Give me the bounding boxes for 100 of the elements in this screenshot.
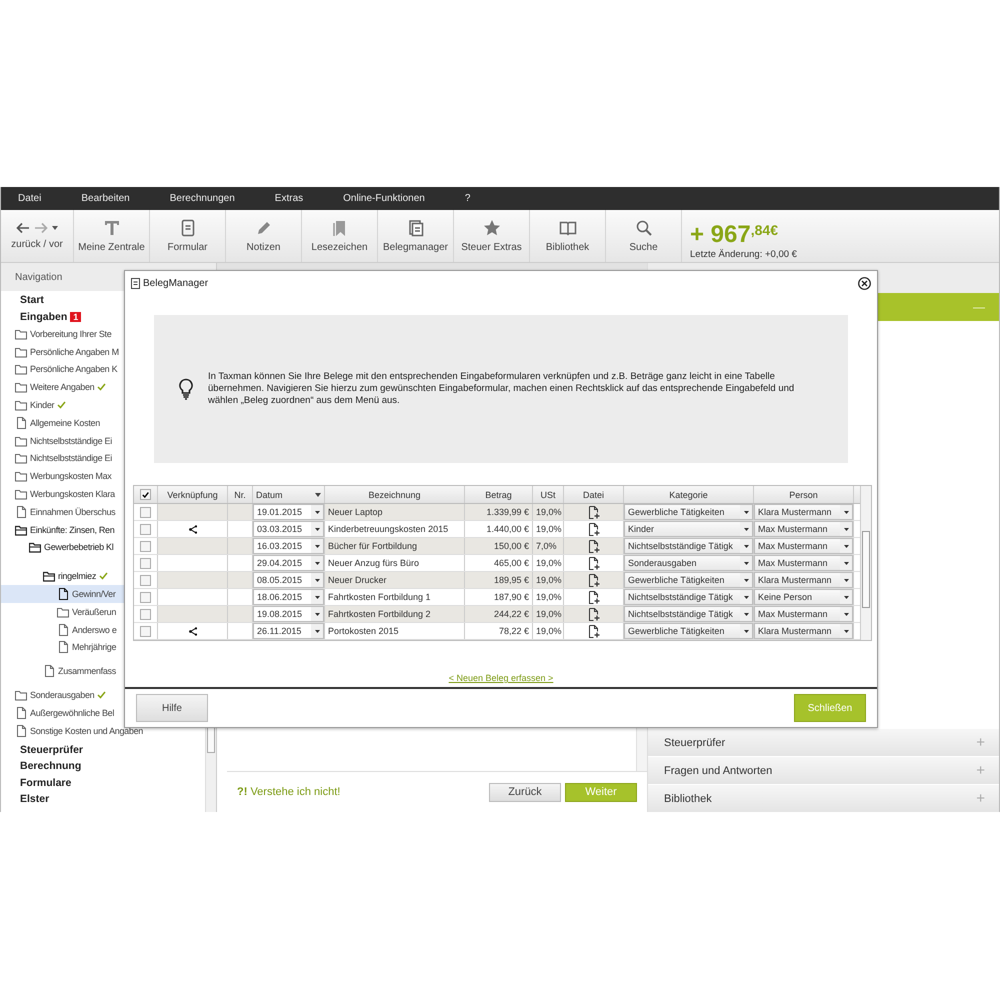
date-dropdown[interactable]: 19.01.2015 — [253, 504, 324, 520]
close-button[interactable] — [858, 276, 871, 290]
date-dropdown[interactable]: 16.03.2015 — [253, 538, 324, 554]
nav-section[interactable]: Formulare — [1, 774, 205, 792]
date-dropdown[interactable]: 18.06.2015 — [253, 589, 324, 605]
nav-section[interactable]: Eingaben 1 — [1, 308, 205, 325]
column-header[interactable]: Kategorie — [624, 486, 754, 503]
tree-item[interactable]: Werbungskosten Max — [1, 467, 205, 486]
tree-item[interactable]: Weitere Angaben — [1, 378, 205, 396]
help-button[interactable]: Hilfe — [136, 694, 208, 722]
table-cell: 7,0% — [533, 538, 564, 554]
person-dropdown[interactable]: Klara Mustermann — [754, 623, 853, 639]
menu-item[interactable]: Bearbeiten — [81, 193, 130, 204]
tree-item[interactable]: Sonstige Kosten und Angaben — [1, 722, 205, 740]
tree-item[interactable]: Veräußerun — [1, 602, 205, 621]
category-dropdown[interactable]: Sonderausgaben — [624, 555, 753, 571]
attach-file-button[interactable] — [588, 590, 600, 604]
menu-item[interactable]: Datei — [18, 193, 42, 204]
tree-item[interactable]: Einnahmen Überschus — [1, 502, 205, 521]
accordion-item[interactable]: Steuerprüfer + — [648, 728, 999, 756]
tree-item[interactable]: Anderswo e — [1, 620, 205, 639]
tree-item[interactable]: Vorbereitung Ihrer Ste — [1, 325, 205, 343]
toolbar-button[interactable]: Belegmanager — [378, 210, 454, 262]
nav-section[interactable]: Steuerprüfer — [1, 742, 205, 758]
nav-section[interactable]: Elster — [1, 791, 205, 808]
tree-item[interactable]: Persönliche Angaben M — [1, 342, 205, 361]
person-dropdown[interactable]: Max Mustermann — [754, 521, 853, 537]
tree-item[interactable]: Zusammenfass — [1, 662, 205, 680]
attach-file-button[interactable] — [588, 556, 600, 570]
column-header[interactable]: Datum — [253, 486, 325, 503]
attach-file-button[interactable] — [588, 522, 600, 536]
date-dropdown[interactable]: 29.04.2015 — [253, 555, 324, 571]
column-header[interactable]: USt — [533, 486, 564, 503]
menu-item[interactable]: Berechnungen — [170, 193, 235, 204]
tree-item[interactable]: Mehrjährige — [1, 638, 205, 656]
toolbar-button[interactable]: Bibliothek — [530, 210, 606, 262]
column-header[interactable]: Datei — [564, 486, 624, 503]
category-dropdown[interactable]: Nichtselbstständige Tätigk — [624, 606, 753, 622]
date-dropdown[interactable]: 19.08.2015 — [253, 606, 324, 622]
tree-item[interactable]: Persönliche Angaben K — [1, 360, 205, 378]
folder-icon — [15, 363, 27, 376]
tree-item[interactable]: Nichtselbstständige Ei — [1, 450, 205, 468]
attach-file-button[interactable] — [588, 608, 600, 620]
attach-file-button[interactable] — [588, 574, 600, 586]
column-header[interactable]: Bezeichnung — [325, 486, 465, 503]
toolbar-button[interactable]: Suche — [606, 210, 682, 262]
column-header[interactable]: Betrag — [465, 486, 533, 503]
attach-file-button[interactable] — [588, 506, 600, 518]
folder-icon — [15, 381, 27, 394]
menu-item[interactable]: Online-Funktionen — [343, 193, 425, 204]
person-dropdown[interactable]: Keine Person — [754, 589, 853, 605]
accordion-item[interactable]: Bibliothek + — [648, 784, 999, 812]
checkbox[interactable] — [140, 489, 151, 500]
tree-item[interactable]: ringelmiez — [1, 567, 205, 586]
scrollbar-thumb[interactable] — [862, 531, 870, 608]
toolbar-button[interactable]: Formular — [150, 210, 226, 262]
category-dropdown[interactable]: Kinder — [624, 521, 753, 537]
category-dropdown[interactable]: Gewerbliche Tätigkeiten — [624, 504, 753, 520]
nav-section[interactable]: Berechnung — [1, 758, 205, 775]
checkbox[interactable] — [140, 626, 151, 636]
date-dropdown[interactable]: 08.05.2015 — [253, 572, 324, 588]
category-dropdown[interactable]: Gewerbliche Tätigkeiten — [624, 623, 753, 639]
checkbox[interactable] — [140, 592, 151, 602]
tree-item[interactable]: Einkünfte: Zinsen, Ren — [1, 520, 205, 539]
date-dropdown[interactable]: 03.03.2015 — [253, 521, 324, 537]
tree-item[interactable]: Kinder — [1, 396, 205, 414]
person-dropdown[interactable]: Klara Mustermann — [754, 572, 853, 588]
toolbar-button[interactable]: Lesezeichen — [302, 210, 378, 262]
category-dropdown[interactable]: Nichtselbstständige Tätigk — [624, 589, 753, 605]
back-button[interactable] — [16, 222, 30, 234]
toolbar-button[interactable]: Meine Zentrale — [74, 210, 150, 262]
checkbox[interactable] — [140, 506, 151, 518]
toolbar-button[interactable]: Steuer Extras — [454, 210, 530, 262]
column-header[interactable]: Nr. — [228, 486, 253, 503]
person-dropdown[interactable]: Klara Mustermann — [754, 504, 853, 520]
scrollbar[interactable] — [860, 486, 871, 640]
checkbox[interactable] — [140, 608, 151, 620]
column-header[interactable]: Person — [754, 486, 854, 503]
checkbox[interactable] — [140, 558, 151, 568]
toolbar-button[interactable]: Notizen — [226, 210, 302, 262]
person-dropdown[interactable]: Max Mustermann — [754, 538, 853, 554]
attach-file-button[interactable] — [588, 624, 600, 638]
checkbox[interactable] — [140, 524, 151, 534]
tree-item[interactable]: Gewerbebetrieb Kl — [1, 538, 205, 556]
person-dropdown[interactable]: Max Mustermann — [754, 555, 853, 571]
attach-file-button[interactable] — [588, 540, 600, 552]
date-dropdown[interactable]: 26.11.2015 — [253, 623, 324, 639]
column-header[interactable]: Verknüpfung — [158, 486, 228, 503]
tree-item[interactable]: Allgemeine Kosten — [1, 414, 205, 432]
person-dropdown[interactable]: Max Mustermann — [754, 606, 853, 622]
category-dropdown[interactable]: Nichtselbstständige Tätigk — [624, 538, 753, 554]
tree-item[interactable]: Nichtselbstständige Ei — [1, 432, 205, 450]
menu-item[interactable]: ? — [464, 193, 470, 204]
back-button[interactable]: Zurück — [489, 782, 561, 802]
checkbox[interactable] — [140, 540, 151, 552]
category-dropdown[interactable]: Gewerbliche Tätigkeiten — [624, 572, 753, 588]
checkbox[interactable] — [140, 574, 151, 586]
search-icon — [634, 219, 652, 237]
accordion-item[interactable]: Fragen und Antworten + — [648, 756, 999, 784]
menu-item[interactable]: Extras — [274, 193, 304, 204]
